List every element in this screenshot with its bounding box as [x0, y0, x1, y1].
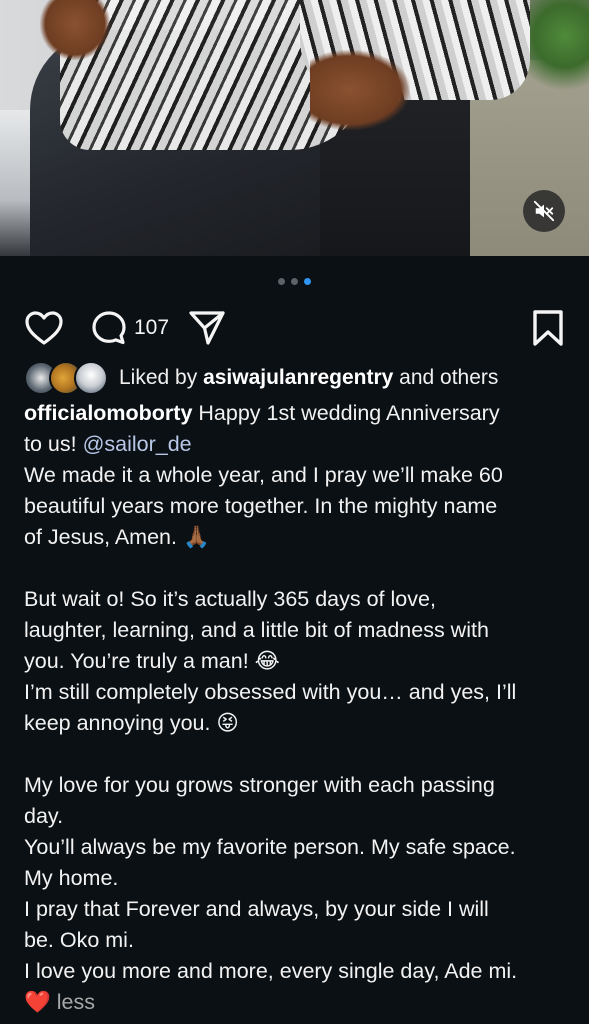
likes-text: Liked by asiwajulanregentry and others: [119, 366, 498, 390]
carousel-dot: [291, 277, 298, 285]
comment-button[interactable]: 107: [90, 309, 169, 347]
hand-shape-2: [40, 0, 110, 60]
bookmark-icon: [533, 310, 563, 346]
paper-plane-icon: [189, 311, 225, 345]
caption-line: My love for you grows stronger with each…: [24, 773, 495, 797]
caption-username[interactable]: officialomoborty: [24, 401, 192, 425]
post-caption: officialomoborty Happy 1st wedding Anniv…: [0, 398, 589, 1018]
save-button[interactable]: [531, 309, 565, 347]
caption-line: keep annoying you. 😝: [24, 711, 239, 735]
like-button[interactable]: [24, 310, 64, 346]
less-button[interactable]: less: [57, 990, 95, 1014]
comment-count: 107: [134, 316, 170, 339]
mention-link[interactable]: @sailor_de: [83, 432, 192, 456]
caption-line: But wait o! So it’s actually 365 days of…: [24, 587, 436, 611]
liker-username[interactable]: asiwajulanregentry: [203, 366, 393, 389]
carousel-dot: [278, 277, 285, 285]
share-button[interactable]: [187, 309, 227, 347]
caption-line: I love you more and more, every single d…: [24, 959, 518, 983]
caption-line: be. Oko mi.: [24, 928, 134, 952]
caption-line: to us! @sailor_de: [24, 429, 565, 460]
heart-outline-icon: [25, 311, 63, 345]
caption-line: We made it a whole year, and I pray we’l…: [24, 463, 503, 487]
likes-row[interactable]: Liked by asiwajulanregentry and others: [0, 358, 589, 398]
comment-bubble-icon: [92, 311, 126, 345]
carousel-indicator: [0, 256, 589, 306]
mute-button[interactable]: [523, 190, 565, 232]
speaker-muted-icon: [533, 200, 555, 222]
likes-suffix[interactable]: and others: [399, 366, 498, 389]
caption-line: I pray that Forever and always, by your …: [24, 897, 489, 921]
avatar: [74, 361, 108, 395]
caption-text: to us!: [24, 432, 83, 456]
caption-line: laughter, learning, and a little bit of …: [24, 618, 489, 642]
likes-prefix: Liked by: [119, 366, 198, 389]
caption-line: My home.: [24, 866, 119, 890]
caption-line: ❤️ less: [24, 987, 565, 1018]
caption-text: Happy 1st wedding Anniversary: [192, 401, 500, 425]
caption-line: you. You’re truly a man! 😂: [24, 649, 280, 673]
caption-line: of Jesus, Amen. 🙏🏾: [24, 525, 210, 549]
heart-emoji-icon: ❤️: [24, 990, 51, 1014]
caption-line: You’ll always be my favorite person. My …: [24, 835, 516, 859]
caption-line: officialomoborty Happy 1st wedding Anniv…: [24, 398, 565, 429]
liker-avatars: [24, 361, 108, 395]
caption-line: I’m still completely obsessed with you… …: [24, 680, 517, 704]
post-media[interactable]: [0, 0, 589, 256]
carousel-dot-active: [304, 277, 311, 285]
caption-line: day.: [24, 804, 64, 828]
post-actions: 107: [0, 306, 589, 350]
caption-line: beautiful years more together. In the mi…: [24, 494, 498, 518]
hand-shape: [310, 50, 410, 130]
